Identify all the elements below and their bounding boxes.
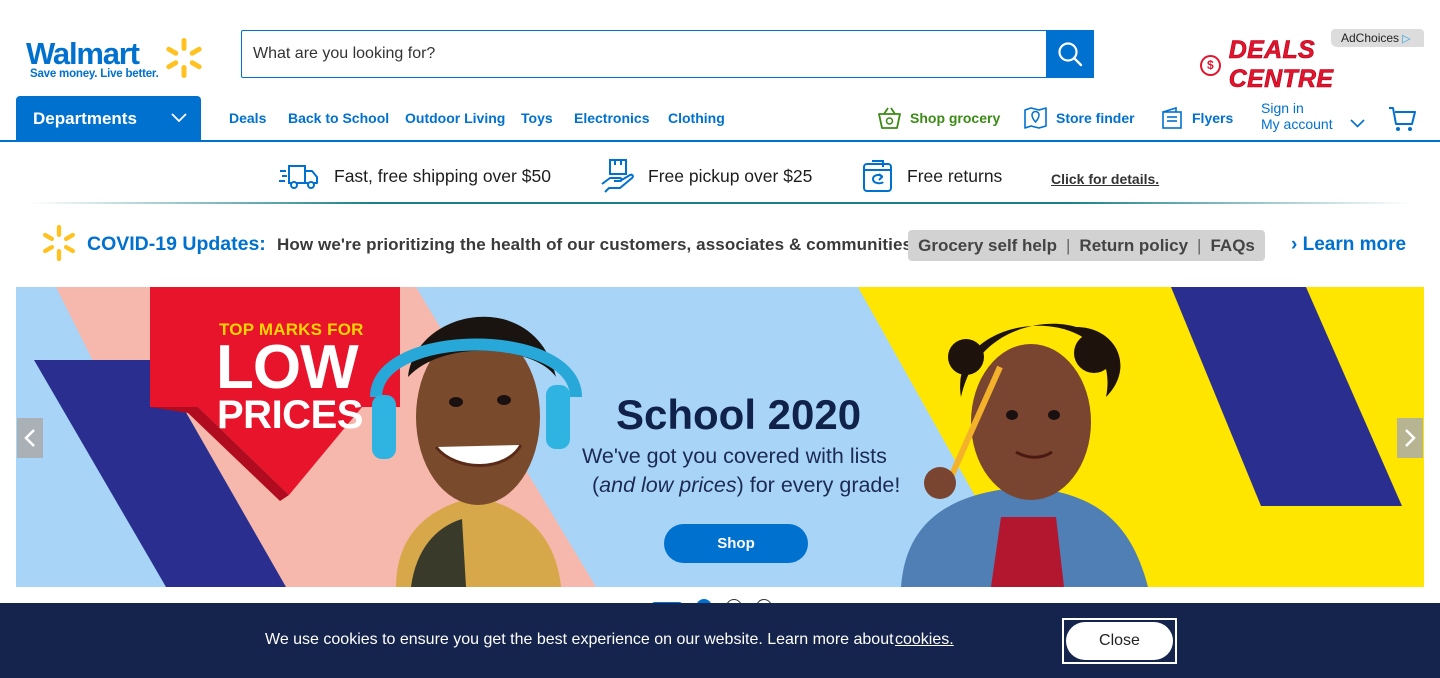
carousel-prev-button[interactable] [17, 418, 43, 458]
hero-subtitle-line2: (and low prices) for every grade! [592, 473, 901, 497]
return-policy-link[interactable]: Return policy [1079, 236, 1188, 256]
deals-centre-ad[interactable]: $ DEALS CENTRE [1200, 36, 1424, 93]
chevron-down-icon [171, 113, 187, 123]
cookie-message: We use cookies to ensure you get the bes… [265, 631, 894, 648]
hero-subtitle-line1: We've got you covered with lists [582, 444, 887, 468]
search-bar [241, 30, 1094, 78]
chevron-right-icon: › [1291, 234, 1303, 255]
hero-carousel: TOP MARKS FOR LOW PRICES School 2020 We'… [16, 287, 1424, 587]
chevron-down-icon [1350, 119, 1365, 128]
grocery-basket-icon [878, 107, 901, 129]
logo-tagline: Save money. Live better. [30, 68, 159, 80]
shop-grocery-link[interactable]: Shop grocery [877, 104, 1000, 132]
covid-message: How we're prioritizing the health of our… [277, 235, 917, 254]
deals-centre-label: DEALS CENTRE [1228, 36, 1334, 94]
nav-link-outdoor-living[interactable]: Outdoor Living [405, 110, 505, 126]
learn-more-link[interactable]: › Learn more [1291, 234, 1406, 256]
nav-link-deals[interactable]: Deals [229, 110, 266, 126]
returns-box-icon [863, 160, 892, 192]
faqs-link[interactable]: FAQs [1210, 236, 1254, 256]
value-prop-pickup: Free pickup over $25 [600, 158, 812, 194]
cookie-close-button[interactable]: Close [1062, 618, 1177, 664]
chevron-left-icon [24, 429, 35, 447]
divider: | [1066, 235, 1071, 255]
carousel-next-button[interactable] [1397, 418, 1423, 458]
sign-in-label: Sign in [1261, 100, 1304, 116]
flyers-label: Flyers [1192, 110, 1234, 126]
value-prop-shipping: Fast, free shipping over $50 [279, 158, 551, 194]
departments-button[interactable]: Departments [16, 96, 201, 140]
value-props-bar: Fast, free shipping over $50 Free pickup… [0, 142, 1440, 204]
shipping-text: Fast, free shipping over $50 [334, 165, 551, 186]
shop-button[interactable]: Shop [664, 524, 808, 563]
returns-text: Free returns [907, 165, 1003, 186]
pickup-hand-icon [601, 159, 634, 193]
map-pin-icon [1024, 107, 1047, 129]
walmart-logo[interactable]: Walmart Save money. Live better. [26, 37, 216, 87]
learn-more-label: Learn more [1302, 234, 1407, 255]
nav-link-clothing[interactable]: Clothing [668, 110, 725, 126]
covid-title: COVID-19 Updates: [87, 233, 266, 255]
main-nav: Departments Deals Back to School Outdoor… [0, 96, 1440, 142]
pickup-text: Free pickup over $25 [648, 165, 813, 186]
store-finder-label: Store finder [1056, 110, 1135, 126]
grocery-self-help-link[interactable]: Grocery self help [918, 236, 1057, 256]
hero-title: School 2020 [616, 391, 862, 438]
account-menu[interactable]: Sign in My account [1261, 100, 1365, 136]
dollar-coin-icon: $ [1200, 54, 1221, 76]
covid-banner: COVID-19 Updates: How we're prioritizing… [0, 218, 1440, 272]
details-link[interactable]: Click for details. [1051, 171, 1159, 187]
spark-icon [166, 38, 202, 78]
cookies-link[interactable]: cookies. [895, 631, 954, 649]
hero-subtitle-rest: for every grade! [749, 473, 901, 497]
hero-subtitle-italic: and low prices [599, 473, 737, 497]
hero-prices: PRICES [217, 393, 363, 437]
flyer-icon [1162, 106, 1182, 129]
hero-low: LOW [216, 333, 359, 402]
store-finder-link[interactable]: Store finder [1023, 104, 1135, 132]
search-input[interactable] [242, 31, 1046, 77]
value-prop-returns: Free returns [862, 158, 1002, 194]
nav-link-toys[interactable]: Toys [521, 110, 553, 126]
logo-wordmark: Walmart [26, 36, 140, 71]
close-label: Close [1066, 622, 1173, 660]
nav-link-electronics[interactable]: Electronics [574, 110, 649, 126]
search-button[interactable] [1046, 30, 1094, 78]
spark-icon [43, 224, 75, 262]
cart-icon[interactable] [1388, 105, 1416, 133]
divider: | [1197, 235, 1202, 255]
delivery-truck-icon [279, 165, 318, 189]
departments-label: Departments [33, 109, 137, 128]
flyers-link[interactable]: Flyers [1160, 104, 1233, 132]
covid-links-pill: Grocery self help | Return policy | FAQs [908, 230, 1265, 261]
nav-link-back-to-school[interactable]: Back to School [288, 110, 389, 126]
search-icon [1058, 42, 1083, 67]
site-header: Walmart Save money. Live better. AdChoic… [0, 0, 1440, 96]
cookie-banner: We use cookies to ensure you get the bes… [0, 603, 1440, 678]
chevron-right-icon [1405, 429, 1416, 447]
shop-grocery-label: Shop grocery [910, 110, 1001, 126]
divider [28, 202, 1412, 204]
